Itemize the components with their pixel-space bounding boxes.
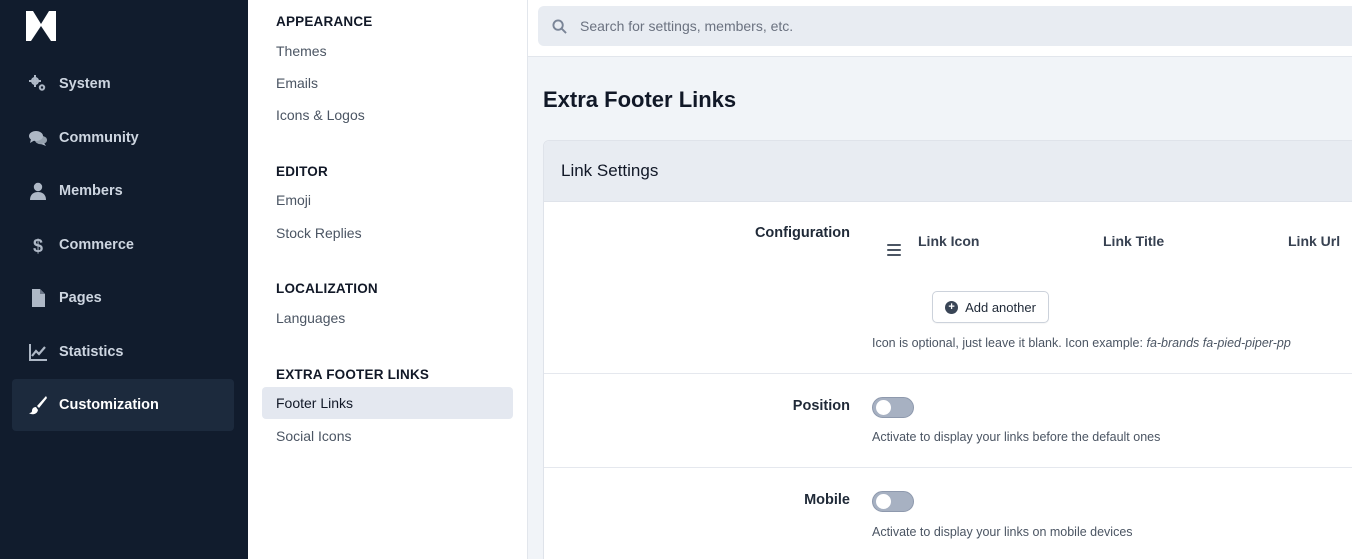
page-title: Extra Footer Links <box>543 87 737 112</box>
nav-item-label: Pages <box>59 290 102 306</box>
sub-link-languages[interactable]: Languages <box>262 302 513 334</box>
configuration-help-text: Icon is optional, just leave it blank. I… <box>872 336 1291 350</box>
position-toggle[interactable] <box>872 397 914 418</box>
nav-item-pages[interactable]: Pages <box>12 272 234 324</box>
main-content: Extra Footer Links Link Settings Configu… <box>528 0 1352 559</box>
column-header-link-icon: Link Icon <box>918 233 980 249</box>
mobile-help-text: Activate to display your links on mobile… <box>872 525 1133 539</box>
section-heading-appearance: APPEARANCE <box>276 14 373 29</box>
icon-example: fa-brands fa-pied-piper-pp <box>1146 336 1291 350</box>
section-heading-editor: EDITOR <box>276 164 328 179</box>
search-input[interactable] <box>580 18 1280 34</box>
section-heading-localization: LOCALIZATION <box>276 281 378 296</box>
column-header-link-title: Link Title <box>1103 233 1165 249</box>
position-help-text: Activate to display your links before th… <box>872 430 1161 444</box>
dollar-icon: $ <box>27 234 49 256</box>
drag-handle-icon[interactable] <box>887 244 901 256</box>
sub-link-emoji[interactable]: Emoji <box>262 184 513 216</box>
nav-item-label: Community <box>59 130 139 146</box>
sub-link-stock-replies[interactable]: Stock Replies <box>262 217 513 249</box>
top-bar <box>528 0 1352 57</box>
search-bar[interactable] <box>538 6 1352 46</box>
paintbrush-icon <box>27 394 49 416</box>
sub-link-footer-links[interactable]: Footer Links <box>262 387 513 419</box>
plus-circle-icon: + <box>945 300 959 314</box>
sub-navigation: APPEARANCE Themes Emails Icons & Logos E… <box>248 0 528 559</box>
nav-item-label: Statistics <box>59 344 124 360</box>
nav-item-customization[interactable]: Customization <box>12 379 234 431</box>
panel-title: Link Settings <box>544 141 1352 202</box>
column-header-link-url: Link Url <box>1288 233 1341 249</box>
nav-item-label: Members <box>59 183 123 199</box>
position-label: Position <box>792 398 850 414</box>
gears-icon <box>27 73 49 95</box>
nav-item-community[interactable]: Community <box>12 112 234 164</box>
link-settings-panel: Link Settings Configuration Link Icon Li… <box>543 140 1352 559</box>
sub-link-emails[interactable]: Emails <box>262 67 513 99</box>
nav-item-system[interactable]: System <box>12 58 234 110</box>
divider <box>544 467 1352 468</box>
configuration-label: Configuration <box>754 225 850 241</box>
sub-link-social-icons[interactable]: Social Icons <box>262 420 513 452</box>
sub-link-themes[interactable]: Themes <box>262 35 513 67</box>
svg-text:$: $ <box>33 236 43 255</box>
file-icon <box>27 287 49 309</box>
chart-line-icon <box>27 341 49 363</box>
logo[interactable] <box>26 11 56 41</box>
nav-item-commerce[interactable]: $ Commerce <box>12 219 234 271</box>
divider <box>544 373 1352 374</box>
nav-item-label: System <box>59 76 111 92</box>
search-icon <box>552 18 567 34</box>
add-another-label: Add another <box>965 299 1036 315</box>
comments-icon <box>27 127 49 149</box>
add-another-button[interactable]: + Add another <box>932 291 1049 323</box>
sub-link-icons-logos[interactable]: Icons & Logos <box>262 99 513 131</box>
nav-item-label: Commerce <box>59 237 134 253</box>
main-navigation: System Community Members $ Commerce Page… <box>0 0 248 559</box>
mobile-toggle[interactable] <box>872 491 914 512</box>
nav-item-label: Customization <box>59 397 159 413</box>
mobile-label: Mobile <box>804 492 850 508</box>
user-icon <box>27 180 49 202</box>
nav-item-members[interactable]: Members <box>12 165 234 217</box>
section-heading-extra-footer-links: EXTRA FOOTER LINKS <box>276 367 430 382</box>
nav-item-statistics[interactable]: Statistics <box>12 326 234 378</box>
